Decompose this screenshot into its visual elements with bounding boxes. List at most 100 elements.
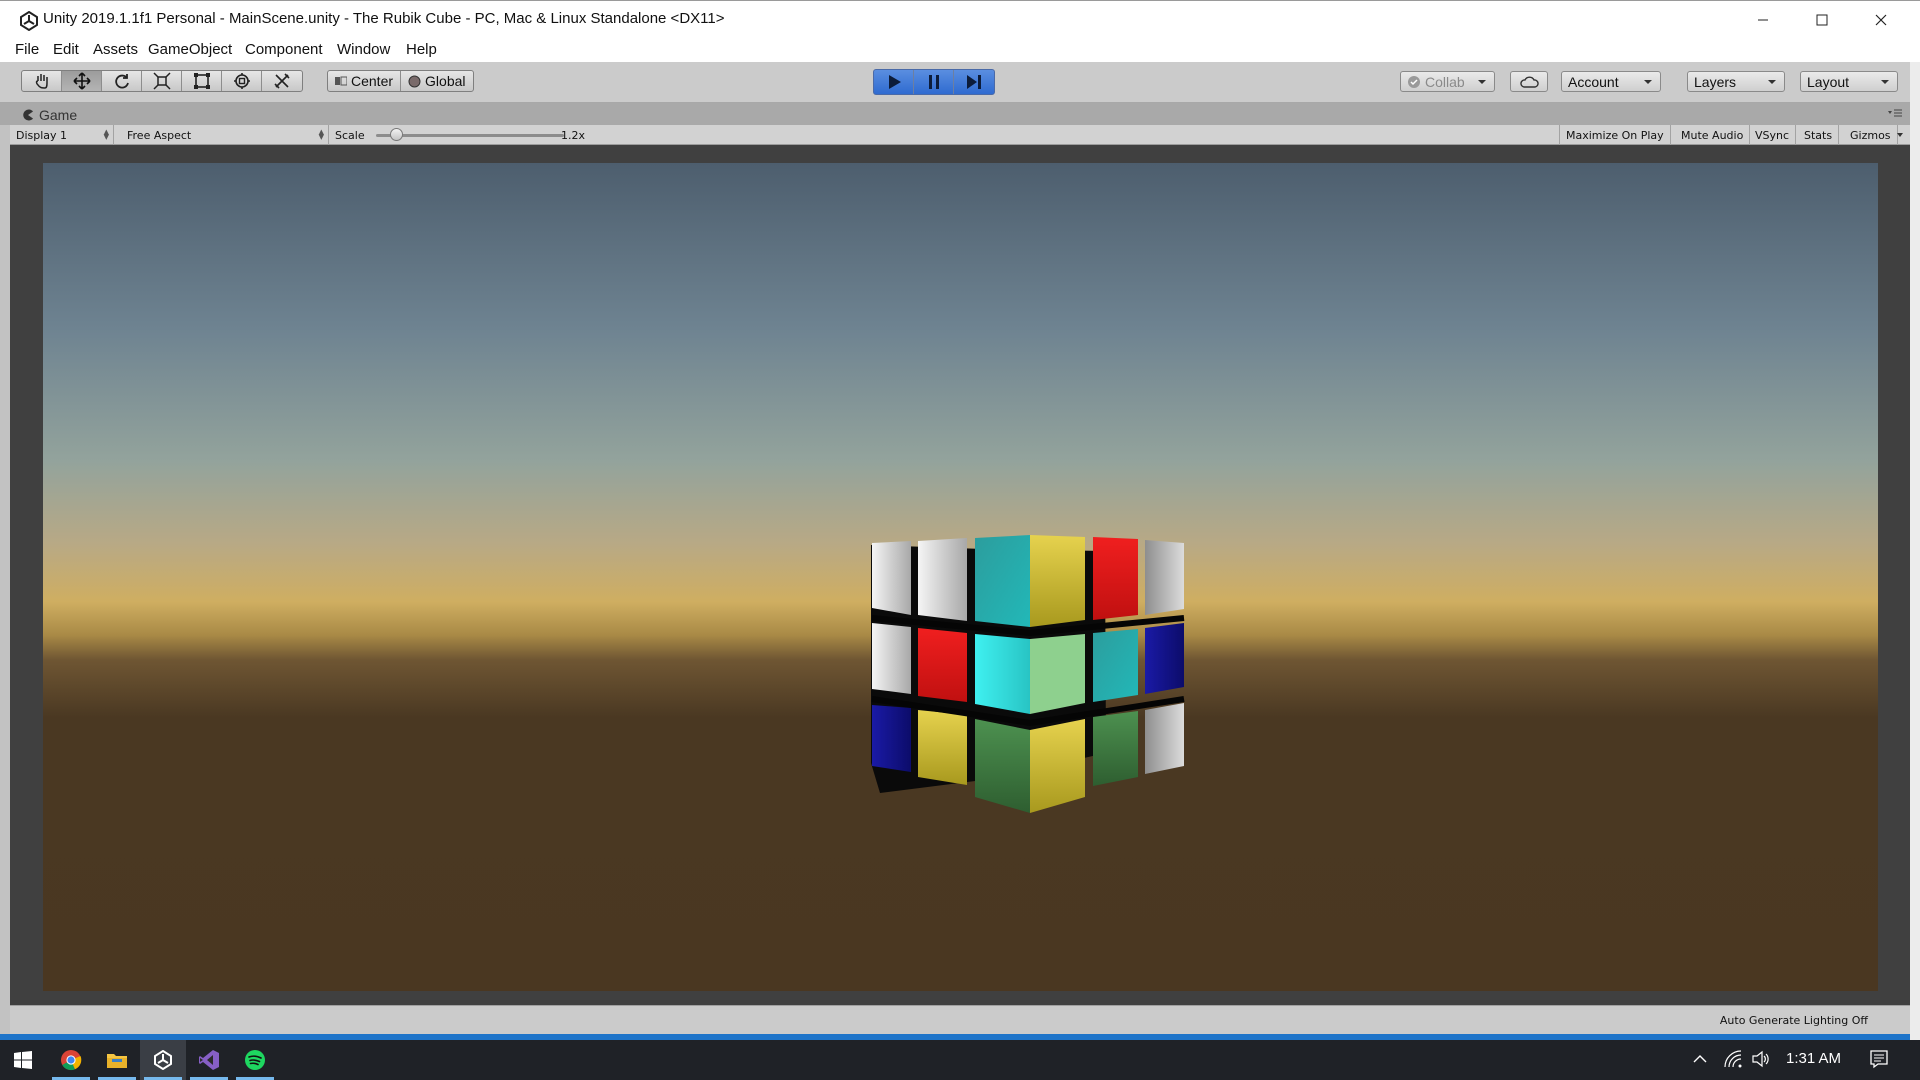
cube-facelet [1030,535,1085,627]
tools-icon [274,73,290,89]
custom-tool-button[interactable] [262,71,302,91]
minimize-icon [1758,19,1768,21]
desktop-screen: Unity 2019.1.1f1 Personal - MainScene.un… [0,0,1920,1080]
status-text: Auto Generate Lighting Off [1719,1014,1868,1027]
wifi-icon[interactable] [1723,1049,1743,1069]
taskbar-chrome[interactable] [48,1040,94,1080]
taskbar-visual-studio[interactable] [186,1040,232,1080]
scale-icon [152,72,171,90]
pivot-global-label: Global [425,73,466,89]
layers-dropdown[interactable]: Layers [1687,71,1785,92]
cube-facelet [975,719,1030,813]
stats-toggle[interactable]: Stats [1798,125,1840,145]
layout-dropdown[interactable]: Layout [1800,71,1898,92]
maximize-on-play-toggle[interactable]: Maximize On Play [1559,125,1671,145]
vsync-toggle[interactable]: VSync [1749,125,1797,145]
game-view-panel [10,145,1910,1005]
panel-menu-icon[interactable] [1888,108,1902,118]
cube-facelet [1030,719,1085,813]
menu-help[interactable]: Help [406,41,437,58]
display-label: Display 1 [16,128,68,142]
chevron-down-icon [1478,80,1486,84]
step-button[interactable] [954,70,994,94]
aspect-dropdown[interactable]: Free Aspect ▲ ▼ [121,125,329,145]
account-label: Account [1568,73,1619,90]
folder-icon [107,1054,127,1068]
play-button[interactable] [874,70,914,94]
volume-icon[interactable] [1751,1049,1771,1069]
cube-facelet [872,705,911,772]
menu-component[interactable]: Component [245,41,323,58]
menu-file[interactable]: File [15,41,39,58]
hand-tool-button[interactable] [22,71,62,91]
game-viewport[interactable] [43,163,1878,991]
account-dropdown[interactable]: Account [1561,71,1661,92]
menu-assets[interactable]: Assets [93,41,138,58]
cube-facelet [918,628,967,702]
scale-tool-button[interactable] [142,71,182,91]
cloud-button[interactable] [1510,71,1548,92]
windows-taskbar: 1:31 AM [0,1040,1920,1080]
collab-dropdown[interactable]: Collab [1400,71,1495,92]
rect-tool-button[interactable] [182,71,222,91]
close-icon [1875,14,1887,26]
window-right-edge [1910,62,1920,1040]
pause-button[interactable] [914,70,954,94]
rotate-icon [114,74,129,89]
pivot-global-toggle[interactable]: Global [401,71,472,91]
start-button[interactable] [0,1040,46,1080]
move-tool-button[interactable] [62,71,102,91]
tab-game-label: Game [39,107,78,123]
spotify-icon [245,1050,265,1070]
minimize-button[interactable] [1734,1,1792,39]
chevron-down-icon [1768,80,1776,84]
maximize-icon [1816,14,1828,26]
pivot-center-label: Center [351,73,394,89]
main-toolbar: Center Global Collab Account Layers Layo… [0,62,1910,103]
scale-slider-track[interactable] [376,134,564,137]
unity-logo-icon [20,11,38,31]
pause-icon [928,75,939,89]
check-circle-icon [1408,75,1420,88]
cube-facelet [872,541,911,615]
gizmos-dropdown[interactable] [1891,125,1910,145]
menu-edit[interactable]: Edit [53,41,79,58]
notifications-icon[interactable] [1869,1049,1889,1069]
cube-facelet [1145,703,1184,774]
rotate-tool-button[interactable] [102,71,142,91]
cube-facelet [872,623,911,694]
up-down-arrows-icon: ▲ ▼ [318,128,324,141]
taskbar-spotify[interactable] [232,1040,278,1080]
chrome-icon [61,1050,82,1071]
layers-label: Layers [1694,73,1737,90]
mute-audio-toggle[interactable]: Mute Audio [1675,125,1751,145]
scale-slider-thumb[interactable] [390,128,403,141]
up-down-arrows-icon: ▲ ▼ [103,128,109,141]
transform-icon [233,73,250,89]
game-view-toolbar: Display 1 ▲ ▼ Free Aspect ▲ ▼ Scale 1.2x M… [10,125,1910,145]
chevron-up-icon[interactable] [1693,1054,1707,1064]
transform-tool-button[interactable] [222,71,262,91]
tab-game[interactable]: Game [12,105,85,125]
playback-controls [873,69,995,95]
move-icon [72,72,91,90]
taskbar-clock[interactable]: 1:31 AM [1786,1050,1841,1067]
cube-facelet [918,710,967,785]
display-dropdown[interactable]: Display 1 ▲ ▼ [10,125,114,145]
taskbar-file-explorer[interactable] [94,1040,140,1080]
cloud-icon [1520,76,1539,88]
gizmos-toggle[interactable]: Gizmos [1844,125,1898,145]
menu-gameobject[interactable]: GameObject [148,41,232,58]
close-button[interactable] [1852,1,1910,39]
pivot-center-toggle[interactable]: Center [328,71,402,91]
window-titlebar[interactable]: Unity 2019.1.1f1 Personal - MainScene.un… [0,0,1920,38]
scale-label: Scale [335,128,365,142]
menu-window[interactable]: Window [337,41,390,58]
taskbar-unity[interactable] [140,1040,186,1080]
transform-tools [21,70,303,92]
cube-facelet [918,538,967,621]
globe-icon [408,75,421,87]
cube-facelet [1093,629,1138,702]
chevron-down-icon [1897,133,1903,137]
maximize-button[interactable] [1793,1,1851,39]
